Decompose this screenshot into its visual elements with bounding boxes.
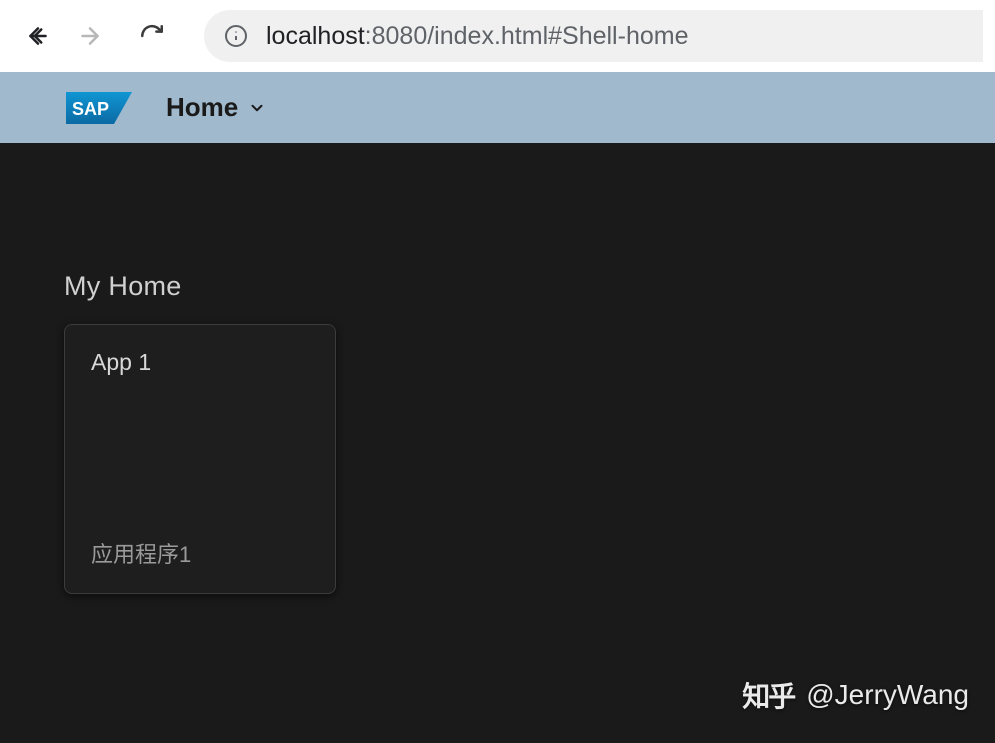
reload-icon: [139, 23, 165, 49]
chevron-down-icon: [248, 99, 266, 117]
shell-header: SAP Home: [0, 72, 995, 143]
svg-text:SAP: SAP: [72, 99, 109, 119]
nav-menu-home[interactable]: Home: [166, 92, 266, 123]
sap-logo-icon: SAP: [66, 92, 132, 124]
back-button[interactable]: [20, 18, 56, 54]
tile-title: App 1: [91, 349, 309, 376]
watermark: 知乎 @JerryWang: [742, 675, 969, 715]
browser-nav-buttons: [12, 18, 174, 54]
tile-subtitle: 应用程序1: [91, 537, 309, 569]
watermark-handle: @JerryWang: [806, 679, 969, 711]
zhihu-site-label: 知乎: [742, 675, 794, 715]
forward-button[interactable]: [72, 18, 108, 54]
forward-icon: [77, 23, 103, 49]
address-bar[interactable]: localhost:8080/index.html#Shell-home: [204, 10, 983, 62]
browser-chrome: localhost:8080/index.html#Shell-home: [0, 0, 995, 72]
content-area: My Home App 1 应用程序1 知乎 @JerryWang: [0, 143, 995, 743]
group-title: My Home: [64, 143, 931, 324]
url-host: localhost: [266, 22, 365, 50]
url-text: localhost:8080/index.html#Shell-home: [266, 22, 688, 51]
site-info-icon[interactable]: [224, 24, 248, 48]
nav-menu-label: Home: [166, 92, 238, 123]
url-rest: :8080/index.html#Shell-home: [365, 22, 689, 50]
sap-logo[interactable]: SAP: [66, 92, 132, 124]
app-tile[interactable]: App 1 应用程序1: [64, 324, 336, 594]
reload-button[interactable]: [134, 18, 170, 54]
back-icon: [25, 23, 51, 49]
